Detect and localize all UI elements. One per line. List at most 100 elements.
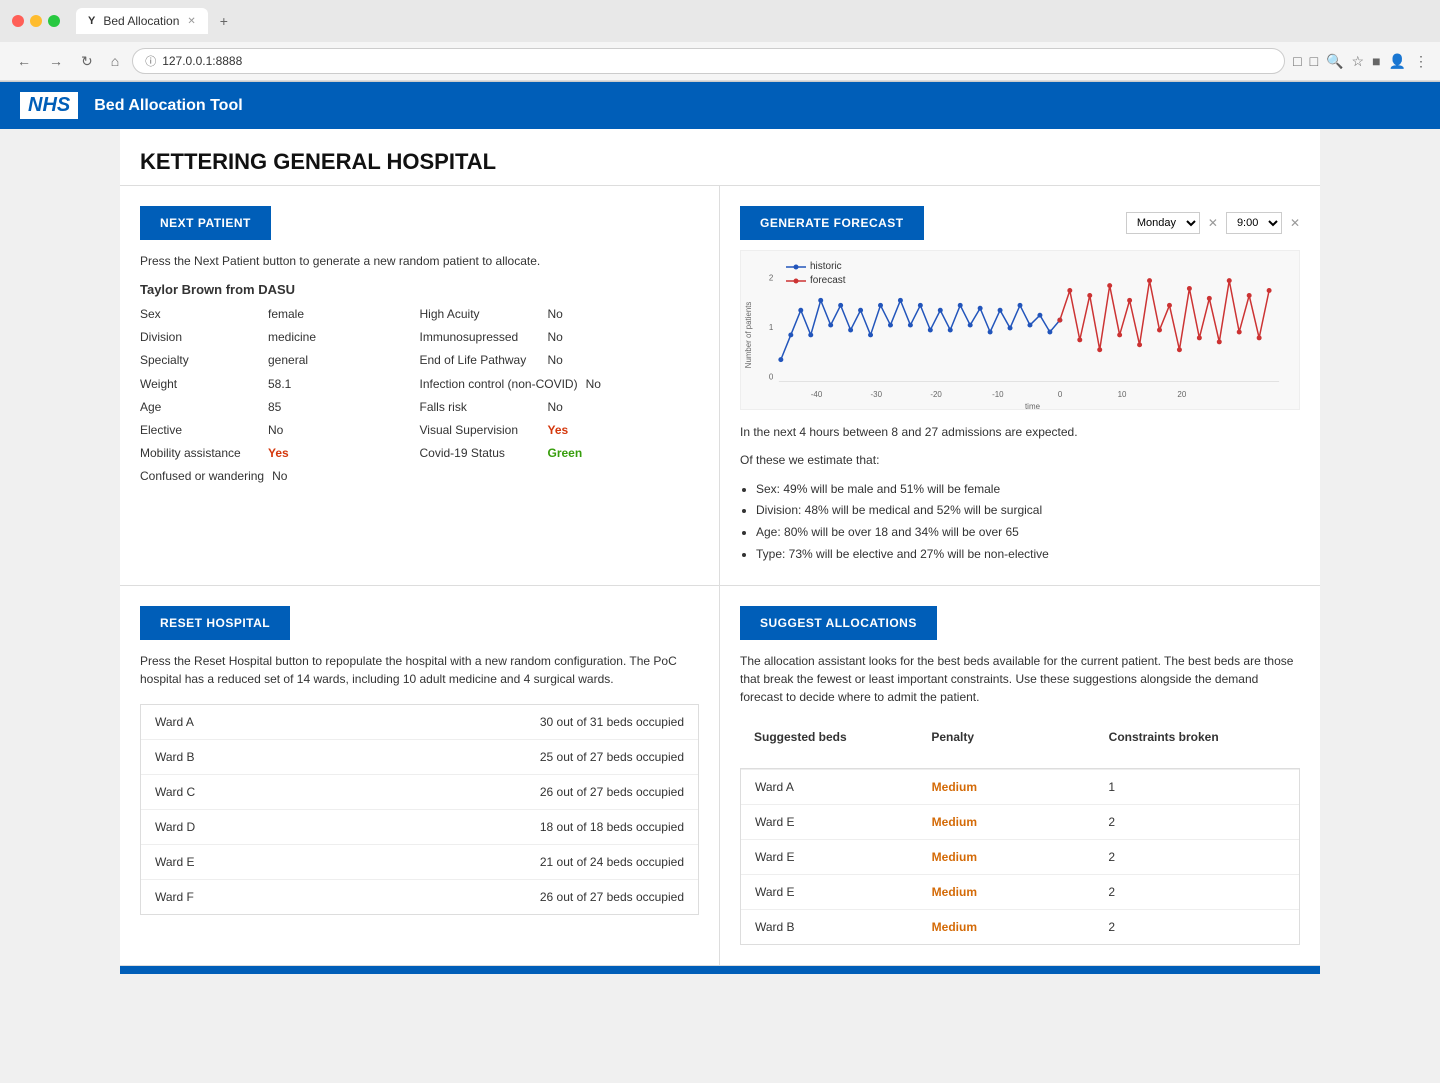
ward-occupancy: 18 out of 18 beds occupied [540, 820, 684, 834]
browser-toolbar: ← → ↻ ⌂ ⓘ 127.0.0.1:8888 □ □ 🔍 ☆ ■ 👤 ⋮ [0, 42, 1440, 81]
detail-label: Infection control (non-COVID) [420, 375, 578, 394]
ward-name: Ward D [155, 820, 195, 834]
suggestion-penalty: Medium [932, 920, 1109, 934]
patient-detail-row: Weight 58.1 [140, 375, 420, 394]
lock-icon: ⓘ [145, 53, 156, 69]
suggestion-row: Ward EMedium2 [741, 874, 1299, 909]
maximize-dot[interactable] [48, 15, 60, 27]
patient-detail-row: ElectiveNo [140, 421, 420, 440]
nhs-logo: NHS [20, 92, 78, 119]
detail-label: Confused or wandering [140, 467, 264, 486]
patient-details: SexfemaleDivisionmedicineSpecialtygenera… [140, 305, 699, 487]
suggestion-row: Ward BMedium2 [741, 909, 1299, 944]
generate-forecast-button[interactable]: GENERATE FORECAST [740, 206, 924, 240]
cast-icon[interactable]: □ [1293, 53, 1301, 70]
suggestion-penalty: Medium [932, 885, 1109, 899]
suggestion-ward: Ward B [755, 920, 932, 934]
detail-label: Sex [140, 305, 260, 324]
detail-label: Weight [140, 375, 260, 394]
forecast-item-age: Age: 80% will be over 18 and 34% will be… [756, 522, 1300, 544]
ward-name: Ward A [155, 715, 194, 729]
detail-value: general [268, 351, 308, 370]
suggest-allocations-panel: SUGGEST ALLOCATIONS The allocation assis… [720, 586, 1320, 966]
suggestions-table: Ward AMedium1Ward EMedium2Ward EMedium2W… [740, 768, 1300, 945]
svg-text:-20: -20 [930, 390, 942, 399]
suggestion-ward: Ward E [755, 885, 932, 899]
day-select[interactable]: Monday [1126, 212, 1200, 234]
window-controls [12, 15, 60, 27]
next-patient-panel: NEXT PATIENT Press the Next Patient butt… [120, 186, 720, 586]
suggestion-row: Ward AMedium1 [741, 769, 1299, 804]
patient-detail-row: Divisionmedicine [140, 328, 420, 347]
next-patient-button[interactable]: NEXT PATIENT [140, 206, 271, 240]
browser-titlebar: Y Bed Allocation ✕ + [0, 0, 1440, 42]
tab-close-icon[interactable]: ✕ [187, 16, 195, 27]
detail-label: Mobility assistance [140, 444, 260, 463]
puzzle-icon[interactable]: ■ [1372, 53, 1380, 70]
home-button[interactable]: ⌂ [106, 51, 124, 71]
suggestion-constraints: 2 [1108, 850, 1285, 864]
detail-value: 85 [268, 398, 281, 417]
detail-label: End of Life Pathway [420, 351, 540, 370]
bookmark-icon[interactable]: ☆ [1352, 53, 1365, 70]
day-clear-icon[interactable]: ✕ [1208, 216, 1218, 230]
svg-text:time: time [1025, 402, 1041, 409]
ward-occupancy: 26 out of 27 beds occupied [540, 785, 684, 799]
detail-label: Falls risk [420, 398, 540, 417]
forecast-item-type: Type: 73% will be elective and 27% will … [756, 544, 1300, 566]
suggest-allocations-button[interactable]: SUGGEST ALLOCATIONS [740, 606, 937, 640]
suggestion-penalty: Medium [932, 780, 1109, 794]
patient-detail-row: High AcuityNo [420, 305, 700, 324]
close-dot[interactable] [12, 15, 24, 27]
detail-value: No [586, 375, 601, 394]
suggestion-ward: Ward E [755, 850, 932, 864]
detail-label: Division [140, 328, 260, 347]
suggestion-ward: Ward A [755, 780, 932, 794]
forecast-list: Sex: 49% will be male and 51% will be fe… [740, 479, 1300, 565]
content-grid: NEXT PATIENT Press the Next Patient butt… [120, 185, 1320, 966]
svg-text:20: 20 [1177, 390, 1186, 399]
forecast-header: GENERATE FORECAST Monday ✕ 9:00 ✕ [740, 206, 1300, 240]
forecast-text: In the next 4 hours between 8 and 27 adm… [740, 422, 1300, 565]
reset-description: Press the Reset Hospital button to repop… [140, 652, 699, 688]
forward-button[interactable]: → [44, 51, 68, 71]
time-clear-icon[interactable]: ✕ [1290, 216, 1300, 230]
profile-icon[interactable]: 👤 [1389, 53, 1406, 70]
footer-bar [120, 966, 1320, 974]
minimize-dot[interactable] [30, 15, 42, 27]
browser-tab[interactable]: Y Bed Allocation ✕ [76, 8, 208, 34]
reset-hospital-button[interactable]: RESET HOSPITAL [140, 606, 290, 640]
tab-title: Bed Allocation [103, 14, 179, 28]
extensions-icon[interactable]: □ [1310, 53, 1318, 70]
menu-icon[interactable]: ⋮ [1414, 53, 1428, 70]
detail-value: Green [548, 444, 583, 463]
svg-text:0: 0 [1058, 390, 1063, 399]
patient-detail-row: Mobility assistanceYes [140, 444, 420, 463]
nhs-header: NHS Bed Allocation Tool [0, 82, 1440, 129]
patient-detail-row: Age85 [140, 398, 420, 417]
header-penalty: Penalty [931, 730, 1108, 744]
ward-row: Ward B25 out of 27 beds occupied [141, 740, 698, 775]
new-tab-button[interactable]: + [220, 13, 228, 29]
toolbar-icons: □ □ 🔍 ☆ ■ 👤 ⋮ [1293, 53, 1428, 70]
header-constraints: Constraints broken [1109, 730, 1286, 744]
refresh-button[interactable]: ↻ [76, 51, 98, 72]
svg-text:-40: -40 [811, 390, 823, 399]
forecast-controls: Monday ✕ 9:00 ✕ [1126, 212, 1300, 234]
next-patient-description: Press the Next Patient button to generat… [140, 252, 699, 270]
forecast-intro: In the next 4 hours between 8 and 27 adm… [740, 422, 1300, 442]
patient-detail-row: End of Life PathwayNo [420, 351, 700, 370]
detail-value: No [268, 421, 283, 440]
ward-occupancy: 21 out of 24 beds occupied [540, 855, 684, 869]
zoom-icon[interactable]: 🔍 [1326, 53, 1343, 70]
detail-label: High Acuity [420, 305, 540, 324]
back-button[interactable]: ← [12, 51, 36, 71]
ward-occupancy: 30 out of 31 beds occupied [540, 715, 684, 729]
time-select[interactable]: 9:00 [1226, 212, 1282, 234]
suggestion-row: Ward EMedium2 [741, 804, 1299, 839]
detail-value: 58.1 [268, 375, 291, 394]
patient-name: Taylor Brown from DASU [140, 282, 699, 297]
address-bar[interactable]: ⓘ 127.0.0.1:8888 [132, 48, 1285, 74]
ward-occupancy: 25 out of 27 beds occupied [540, 750, 684, 764]
chart-legend: historic forecast [786, 261, 846, 286]
